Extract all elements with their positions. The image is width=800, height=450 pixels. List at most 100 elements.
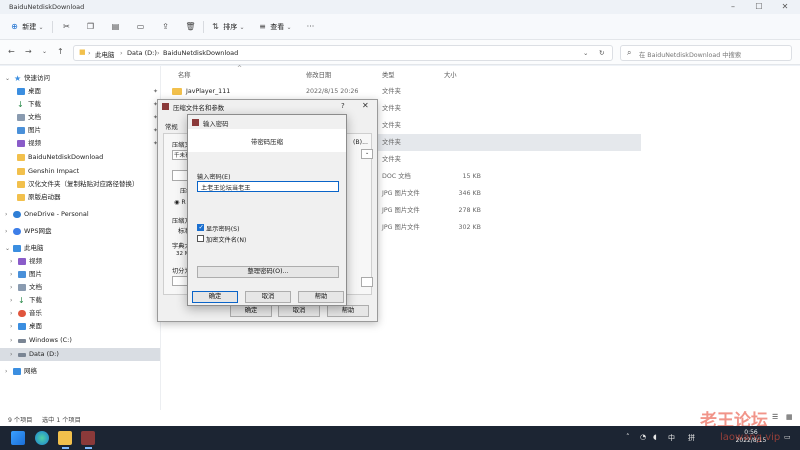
organize-passwords-button[interactable]: 整理密码(O)... — [197, 266, 339, 278]
picture-icon — [17, 127, 25, 134]
sidebar-item-d-drive[interactable]: › Data (D:) — [0, 348, 160, 361]
column-header-date[interactable]: 修改日期 — [306, 70, 331, 79]
help-button[interactable]: 帮助 — [298, 291, 344, 303]
forward-arrow-icon[interactable]: → — [25, 47, 32, 56]
sidebar-item-genshin[interactable]: Genshin Impact — [0, 165, 160, 178]
address-dropdown-icon[interactable]: ⌄ — [583, 49, 588, 57]
file-type: 文件夹 — [382, 88, 401, 95]
ime-mode-indicator[interactable]: 拼 — [688, 433, 695, 443]
maximize-button[interactable]: ☐ — [746, 1, 772, 13]
ok-button[interactable]: 确定 — [192, 291, 238, 303]
file-size: 302 KB — [458, 224, 481, 231]
browse-button[interactable]: (B)... — [353, 139, 368, 146]
sidebar-label: 下载 — [29, 296, 42, 304]
sidebar-item-pc-downloads[interactable]: › ↓ 下载 — [0, 294, 160, 307]
column-header-name[interactable]: 名称 — [178, 70, 191, 79]
close-icon[interactable]: ✕ — [362, 101, 369, 110]
column-header-type[interactable]: 类型 — [382, 70, 395, 79]
sidebar-label: 图片 — [29, 270, 42, 278]
tab-general[interactable]: 常规 — [165, 122, 178, 131]
sidebar-item-videos[interactable]: 视频 ✦ — [0, 137, 160, 150]
file-row[interactable]: JavPlayer_111 2022/8/15 20:26 文件夹 — [161, 83, 641, 100]
password-label: 输入密码(E) — [197, 174, 231, 181]
details-view-icon[interactable]: ☰ — [772, 413, 778, 421]
windows-start-icon[interactable] — [11, 431, 25, 445]
more-options-icon[interactable]: ··· — [305, 20, 316, 34]
archive-dropdown[interactable]: ⌄ — [361, 149, 373, 159]
address-input[interactable]: ■ › 此电脑 › Data (D:) › BaiduNetdiskDownlo… — [73, 45, 613, 61]
breadcrumb-separator: › — [88, 49, 91, 57]
tiles-view-icon[interactable]: ▦ — [786, 413, 793, 421]
show-password-checkbox[interactable] — [197, 223, 204, 231]
sidebar-item-original-launcher[interactable]: 原版启动器 — [0, 191, 160, 204]
sidebar-label: Genshin Impact — [28, 167, 80, 175]
chevron-down-icon: ⌄ — [5, 245, 11, 252]
password-input[interactable]: 上老王论坛当老王 ⌄ — [197, 181, 339, 192]
volume-icon[interactable]: ◖ — [653, 433, 657, 441]
view-button[interactable]: ≡ 查看 ⌄ — [257, 20, 291, 34]
ok-button[interactable]: 确定 — [230, 305, 272, 317]
back-arrow-icon[interactable]: ← — [8, 47, 15, 56]
sidebar-item-quick-access[interactable]: ⌄ ★ 快速访问 — [0, 72, 160, 85]
paste-icon[interactable]: ▤ — [110, 20, 121, 34]
search-input[interactable]: ⌕ 在 BaiduNetdiskDownload 中搜索 — [620, 45, 792, 61]
chevron-right-icon: › — [5, 211, 8, 218]
sidebar-label: 桌面 — [29, 322, 42, 330]
sidebar-item-desktop[interactable]: 桌面 ✦ — [0, 85, 160, 98]
chevron-up-icon[interactable]: ˄ — [626, 433, 630, 441]
sidebar-item-network[interactable]: › 网络 — [0, 365, 160, 378]
sidebar-item-pictures[interactable]: 图片 ✦ — [0, 124, 160, 137]
sidebar-item-pc-desktop[interactable]: › 桌面 — [0, 320, 160, 333]
file-explorer-icon[interactable] — [58, 431, 72, 445]
sort-button[interactable]: ⇅ 排序 ⌄ — [210, 20, 244, 34]
cancel-button[interactable]: 取消 — [278, 305, 320, 317]
sidebar-item-downloads[interactable]: ↓ 下载 ✦ — [0, 98, 160, 111]
active-indicator — [62, 447, 69, 449]
close-button[interactable]: ✕ — [772, 1, 798, 13]
refresh-icon[interactable]: ↻ — [599, 49, 604, 57]
chevron-down-icon[interactable]: ⌄ — [201, 182, 336, 189]
column-header-size[interactable]: 大小 — [444, 70, 457, 79]
split-unit-dropdown[interactable] — [361, 277, 373, 287]
minimize-button[interactable]: – — [720, 1, 746, 13]
breadcrumb-data-drive[interactable]: Data (D:) — [127, 49, 157, 57]
share-icon[interactable]: ⇪ — [160, 20, 171, 34]
network-icon[interactable]: ◔ — [640, 433, 646, 441]
format-radio[interactable]: ◉ R — [174, 199, 186, 206]
drive-icon — [18, 339, 26, 343]
breadcrumb-baidu-folder[interactable]: BaiduNetdiskDownload — [163, 49, 238, 57]
sidebar-item-wps[interactable]: › WPS网盘 — [0, 225, 160, 238]
edge-browser-icon[interactable] — [35, 431, 49, 445]
show-password-label[interactable]: 显示密码(S) — [206, 224, 240, 233]
delete-icon[interactable]: 🗑 — [185, 20, 196, 34]
view-label: 查看 — [270, 23, 285, 31]
sidebar-item-localization-folder[interactable]: 汉化文件夹（复制粘贴对应路径替换） — [0, 178, 160, 191]
encrypt-names-label[interactable]: 加密文件名(N) — [206, 235, 246, 244]
sidebar-item-pc-pictures[interactable]: › 图片 — [0, 268, 160, 281]
rename-icon[interactable]: ▭ — [135, 20, 146, 34]
recent-chevron-icon[interactable]: ⌄ — [42, 48, 47, 55]
winrar-icon[interactable] — [81, 431, 95, 445]
sidebar-label: 快速访问 — [24, 74, 50, 82]
help-button[interactable]: 帮助 — [327, 305, 369, 317]
sidebar-item-pc-music[interactable]: › 音乐 — [0, 307, 160, 320]
sidebar-label: 汉化文件夹（复制粘贴对应路径替换） — [28, 180, 139, 188]
sidebar-item-onedrive[interactable]: › OneDrive - Personal — [0, 208, 160, 221]
sidebar-item-this-pc[interactable]: ⌄ 此电脑 — [0, 242, 160, 255]
encrypt-names-checkbox[interactable] — [197, 235, 204, 242]
up-arrow-icon[interactable]: ↑ — [57, 47, 64, 56]
help-icon[interactable]: ? — [341, 102, 345, 110]
cancel-button[interactable]: 取消 — [245, 291, 291, 303]
sidebar-item-baidu-folder[interactable]: BaiduNetdiskDownload — [0, 151, 160, 164]
sidebar-item-pc-documents[interactable]: › 文档 — [0, 281, 160, 294]
notification-icon[interactable]: ▭ — [784, 433, 791, 441]
sidebar-item-c-drive[interactable]: › Windows (C:) — [0, 334, 160, 347]
sidebar-item-pc-videos[interactable]: › 视频 — [0, 255, 160, 268]
cut-icon[interactable]: ✂ — [61, 20, 72, 34]
copy-icon[interactable]: ❐ — [85, 20, 96, 34]
sidebar-label: 文档 — [28, 113, 41, 121]
ime-indicator[interactable]: 中 — [668, 433, 675, 443]
sidebar-item-documents[interactable]: 文档 ✦ — [0, 111, 160, 124]
new-button[interactable]: ⊕ 新建 ⌄ — [9, 20, 43, 34]
breadcrumb-this-pc[interactable]: 此电脑 — [95, 49, 115, 59]
